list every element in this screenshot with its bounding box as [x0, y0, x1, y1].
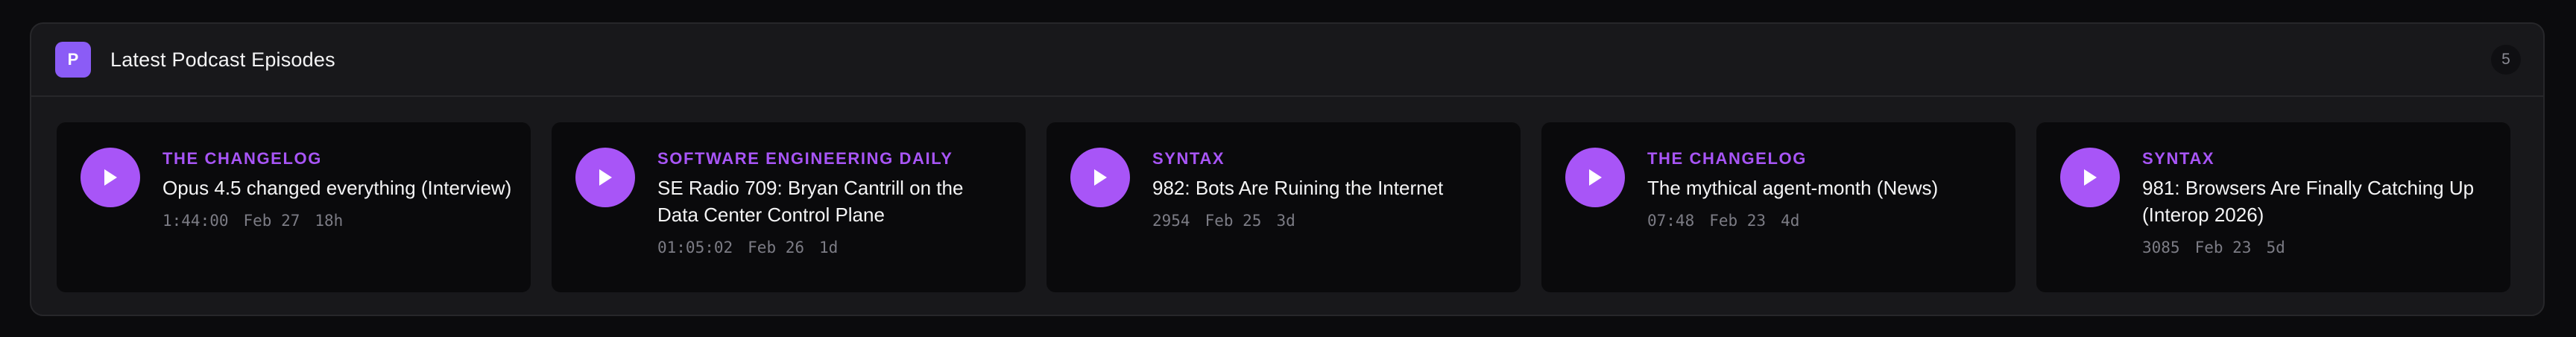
episode-age: 5d — [2266, 239, 2285, 256]
episode-age: 3d — [1276, 212, 1295, 230]
episode-date: Feb 25 — [1205, 212, 1262, 230]
episode-info: SYNTAX 982: Bots Are Ruining the Interne… — [1152, 148, 1443, 230]
show-name: SYNTAX — [2142, 149, 2215, 168]
play-icon — [2084, 169, 2097, 186]
episode-age: 1d — [819, 239, 839, 256]
episode-duration: 3085 — [2142, 239, 2180, 256]
episode-date: Feb 23 — [1709, 212, 1767, 230]
episode-meta: 07:48 Feb 23 4d — [1647, 212, 1938, 230]
episode-list: THE CHANGELOG Opus 4.5 changed everythin… — [31, 97, 2543, 292]
play-button[interactable] — [1070, 148, 1130, 207]
episode-card[interactable]: THE CHANGELOG Opus 4.5 changed everythin… — [57, 122, 531, 292]
episode-card[interactable]: SOFTWARE ENGINEERING DAILY SE Radio 709:… — [552, 122, 1026, 292]
podcast-panel: P Latest Podcast Episodes 5 THE CHANGELO… — [30, 22, 2545, 316]
episode-info: SOFTWARE ENGINEERING DAILY SE Radio 709:… — [657, 148, 1008, 256]
episode-card[interactable]: SYNTAX 982: Bots Are Ruining the Interne… — [1046, 122, 1521, 292]
play-button[interactable] — [575, 148, 635, 207]
play-button[interactable] — [2060, 148, 2120, 207]
episode-meta: 2954 Feb 25 3d — [1152, 212, 1443, 230]
episode-duration: 1:44:00 — [162, 212, 229, 230]
episode-meta: 01:05:02 Feb 26 1d — [657, 239, 1008, 256]
play-icon — [1589, 169, 1602, 186]
episode-date: Feb 26 — [748, 239, 805, 256]
show-name: THE CHANGELOG — [162, 149, 322, 168]
episode-duration: 01:05:02 — [657, 239, 733, 256]
episode-title[interactable]: Opus 4.5 changed everything (Interview) — [162, 174, 511, 201]
episode-title[interactable]: SE Radio 709: Bryan Cantrill on the Data… — [657, 174, 1008, 228]
episode-age: 4d — [1781, 212, 1800, 230]
show-name: SYNTAX — [1152, 149, 1225, 168]
episode-count-badge: 5 — [2491, 45, 2521, 75]
panel-title: Latest Podcast Episodes — [110, 48, 335, 71]
episode-title[interactable]: 981: Browsers Are Finally Catching Up (I… — [2142, 174, 2493, 228]
episode-date: Feb 27 — [243, 212, 300, 230]
episode-age: 18h — [315, 212, 344, 230]
play-icon — [599, 169, 612, 186]
episode-date: Feb 23 — [2194, 239, 2252, 256]
episode-meta: 1:44:00 Feb 27 18h — [162, 212, 511, 230]
show-name: THE CHANGELOG — [1647, 149, 1807, 168]
episode-card[interactable]: THE CHANGELOG The mythical agent-month (… — [1541, 122, 2015, 292]
episode-title[interactable]: The mythical agent-month (News) — [1647, 174, 1938, 201]
panel-header: P Latest Podcast Episodes 5 — [31, 24, 2543, 97]
episode-info: THE CHANGELOG The mythical agent-month (… — [1647, 148, 1938, 230]
episode-card[interactable]: SYNTAX 981: Browsers Are Finally Catchin… — [2036, 122, 2510, 292]
episode-duration: 07:48 — [1647, 212, 1695, 230]
show-name: SOFTWARE ENGINEERING DAILY — [657, 149, 953, 168]
episode-info: SYNTAX 981: Browsers Are Finally Catchin… — [2142, 148, 2493, 256]
episode-info: THE CHANGELOG Opus 4.5 changed everythin… — [162, 148, 511, 230]
episode-title[interactable]: 982: Bots Are Ruining the Internet — [1152, 174, 1443, 201]
episode-duration: 2954 — [1152, 212, 1190, 230]
play-button[interactable] — [1565, 148, 1625, 207]
play-icon — [104, 169, 117, 186]
play-icon — [1094, 169, 1107, 186]
play-button[interactable] — [80, 148, 140, 207]
podcast-logo: P — [55, 42, 91, 78]
episode-meta: 3085 Feb 23 5d — [2142, 239, 2493, 256]
